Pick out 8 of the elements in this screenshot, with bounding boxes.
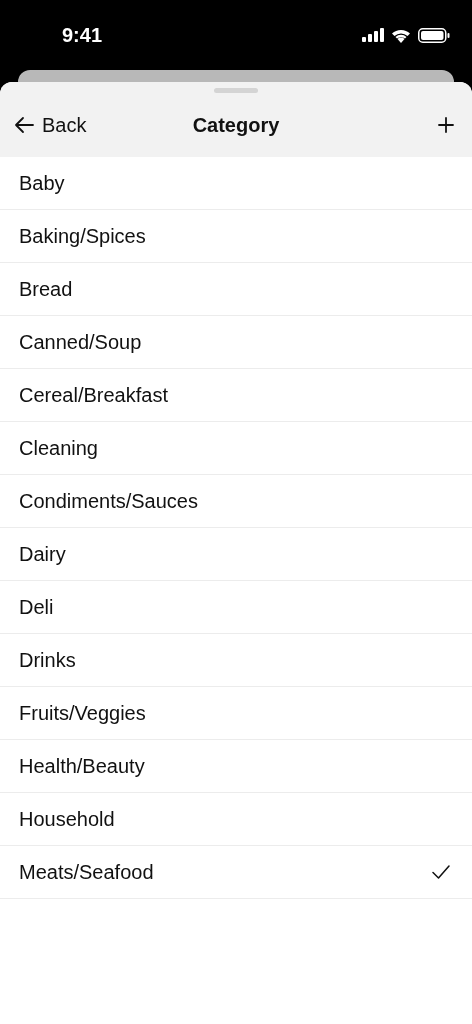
wifi-icon	[391, 27, 411, 43]
signal-icon	[362, 28, 384, 42]
back-button[interactable]: Back	[14, 113, 87, 137]
back-arrow-icon	[14, 116, 34, 134]
battery-icon	[418, 27, 450, 43]
plus-icon	[438, 117, 454, 133]
status-time: 9:41	[62, 23, 103, 47]
sheet-title: Category	[192, 113, 280, 137]
